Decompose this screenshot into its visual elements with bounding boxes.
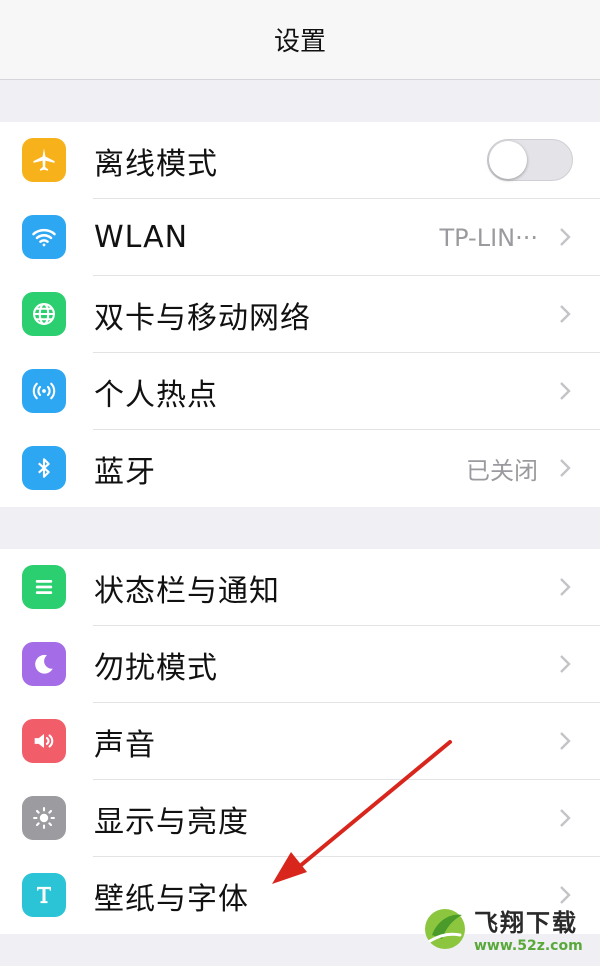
notification-list-icon: [22, 565, 66, 609]
hotspot-icon: [22, 369, 66, 413]
settings-row-label: 状态栏与通知: [94, 573, 280, 609]
settings-row-display-brightness[interactable]: 显示与亮度: [0, 780, 600, 857]
watermark-url: www.52z.com: [474, 937, 583, 954]
chevron-right-icon: [560, 228, 571, 246]
settings-row-bluetooth[interactable]: 蓝牙 已关闭: [0, 430, 600, 507]
chevron-right-icon: [560, 578, 571, 596]
airplane-mode-toggle[interactable]: [487, 139, 573, 181]
settings-row-label: 壁纸与字体: [94, 881, 249, 917]
settings-group-connectivity: 离线模式 WLAN TP-LIN··· 双卡与移动网络 个人热点 蓝牙 已关闭: [0, 122, 600, 507]
moon-icon: [22, 642, 66, 686]
watermark-title: 飞翔下载: [474, 908, 578, 937]
settings-row-label: 离线模式: [94, 146, 218, 182]
bluetooth-icon: [22, 446, 66, 490]
settings-row-label: 显示与亮度: [94, 804, 249, 840]
chevron-right-icon: [560, 655, 571, 673]
settings-row-label: 蓝牙: [94, 454, 156, 490]
wifi-icon: [22, 215, 66, 259]
brightness-icon: [22, 796, 66, 840]
settings-row-status-bar[interactable]: 状态栏与通知: [0, 549, 600, 626]
watermark-logo-icon: [425, 909, 465, 949]
settings-row-label: 勿扰模式: [94, 650, 218, 686]
chevron-right-icon: [560, 382, 571, 400]
settings-row-label: 双卡与移动网络: [94, 300, 311, 336]
watermark: 飞翔下载 www.52z.com: [422, 898, 592, 958]
settings-row-airplane-mode[interactable]: 离线模式: [0, 122, 600, 199]
globe-icon: [22, 292, 66, 336]
settings-row-do-not-disturb[interactable]: 勿扰模式: [0, 626, 600, 703]
watermark-text: 飞翔下载 www.52z.com: [474, 903, 583, 954]
settings-row-label: 声音: [94, 727, 156, 763]
page-title: 设置: [273, 27, 326, 57]
chevron-right-icon: [560, 732, 571, 750]
wlan-network-value: TP-LIN···: [439, 223, 538, 252]
chevron-right-icon: [560, 809, 571, 827]
settings-row-label: WLAN: [94, 220, 189, 255]
airplane-icon: [22, 138, 66, 182]
speaker-icon: [22, 719, 66, 763]
nav-bar: 设置: [0, 0, 600, 80]
chevron-right-icon: [560, 459, 571, 477]
settings-row-wlan[interactable]: WLAN TP-LIN···: [0, 199, 600, 276]
settings-row-hotspot[interactable]: 个人热点: [0, 353, 600, 430]
font-t-icon: [22, 873, 66, 917]
settings-row-sound[interactable]: 声音: [0, 703, 600, 780]
settings-group-personalization: 状态栏与通知 勿扰模式 声音 显示与亮度 壁纸与字体: [0, 549, 600, 934]
settings-row-dual-sim[interactable]: 双卡与移动网络: [0, 276, 600, 353]
settings-row-label: 个人热点: [94, 377, 218, 413]
chevron-right-icon: [560, 305, 571, 323]
toggle-knob: [489, 141, 527, 179]
bluetooth-status-value: 已关闭: [466, 457, 538, 485]
